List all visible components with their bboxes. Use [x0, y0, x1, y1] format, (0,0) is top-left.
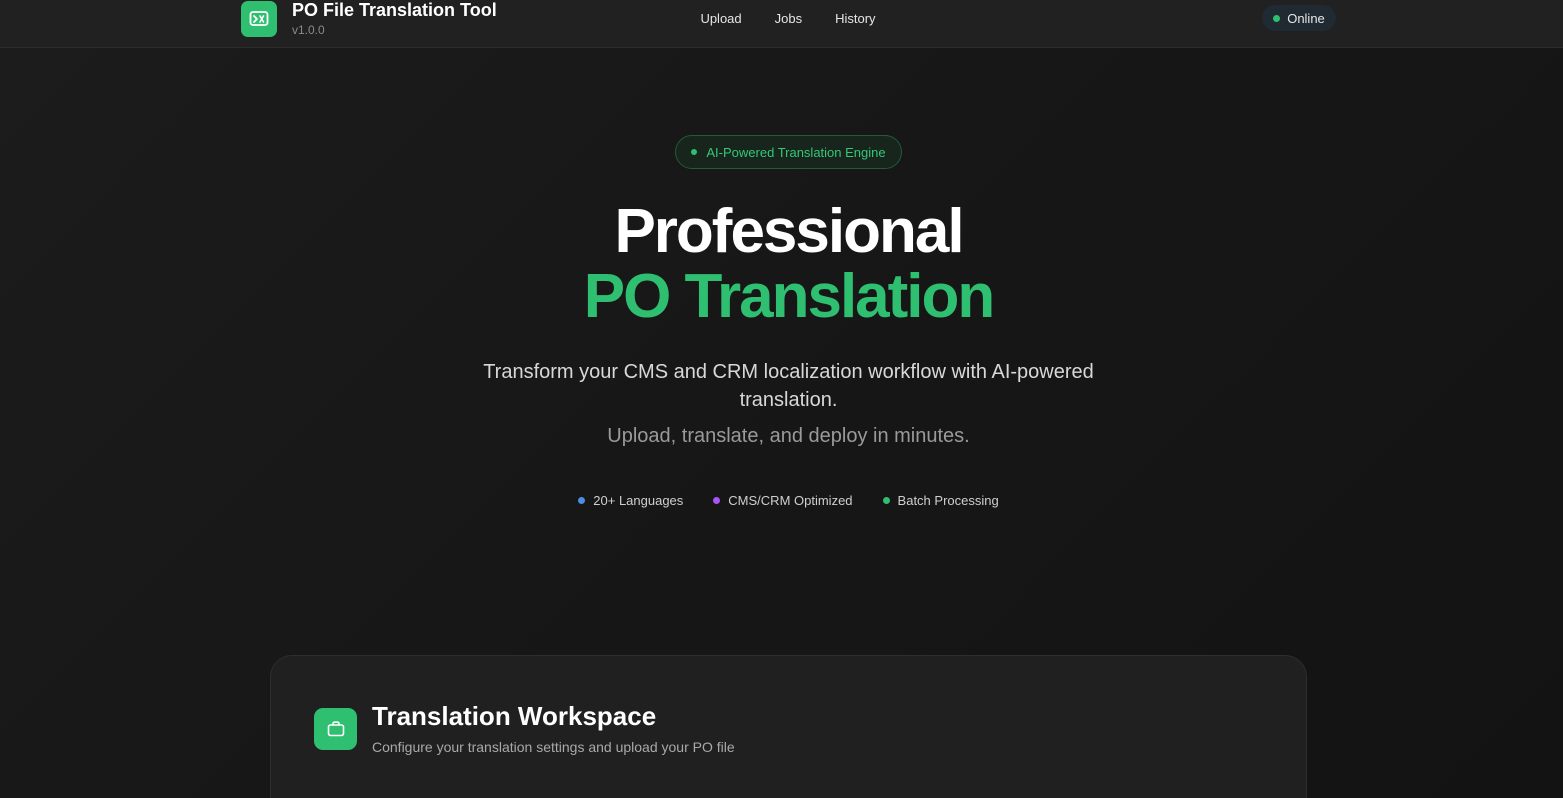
app-title: PO File Translation Tool — [292, 0, 497, 20]
badge-dot-icon — [691, 149, 698, 155]
top-navbar: PO File Translation Tool v1.0.0 Upload J… — [0, 0, 1563, 48]
hero-title-line2: PO Translation — [583, 262, 996, 331]
page: PO File Translation Tool v1.0.0 Upload J… — [0, 0, 1563, 798]
feature-item-batch: Batch Processing — [882, 493, 999, 508]
nav-upload[interactable]: Upload — [700, 11, 741, 26]
briefcase-icon — [314, 708, 357, 750]
status-dot-icon — [1273, 14, 1281, 22]
feature-label: Batch Processing — [897, 493, 999, 508]
brand[interactable]: PO File Translation Tool v1.0.0 — [241, 0, 497, 48]
feature-label: 20+ Languages — [593, 493, 684, 508]
feature-dot-icon — [882, 497, 890, 504]
hero-description: Transform your CMS and CRM localization … — [483, 361, 1094, 411]
workspace-title: Translation Workspace — [372, 701, 657, 731]
nav-jobs[interactable]: Jobs — [775, 11, 802, 26]
hero-title-line1: Professional — [614, 197, 964, 266]
feature-dot-icon — [578, 497, 586, 504]
feature-list: 20+ Languages CMS/CRM Optimized Batch Pr… — [0, 493, 1563, 508]
app-version: v1.0.0 — [292, 23, 325, 37]
status-badge: Online — [1262, 5, 1336, 31]
hero-subtitle: Upload, translate, and deploy in minutes… — [607, 425, 970, 447]
workspace-card: Translation Workspace Configure your tra… — [270, 655, 1307, 798]
feature-item-languages: 20+ Languages — [578, 493, 683, 508]
nav-history[interactable]: History — [835, 11, 875, 26]
feature-dot-icon — [713, 497, 721, 504]
main-nav: Upload Jobs History — [700, 0, 875, 37]
feature-item-cms-crm: CMS/CRM Optimized — [713, 493, 853, 508]
status-label: Online — [1287, 10, 1325, 26]
translate-icon — [241, 1, 277, 37]
hero-badge-label: AI-Powered Translation Engine — [706, 144, 886, 160]
feature-label: CMS/CRM Optimized — [728, 493, 853, 508]
hero-badge: AI-Powered Translation Engine — [675, 135, 902, 169]
workspace-subtitle: Configure your translation settings and … — [372, 739, 735, 755]
